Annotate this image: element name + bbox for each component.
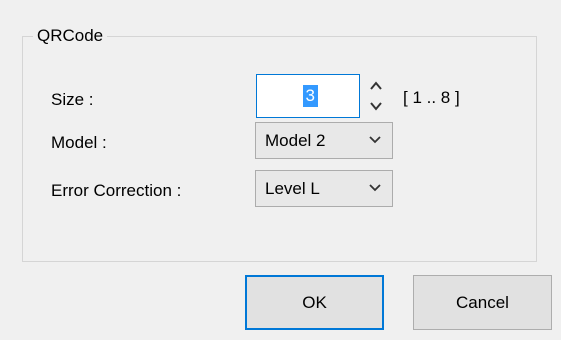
size-value-selected: 3 [302,85,318,107]
error-correction-select[interactable]: Level L [255,170,393,207]
chevron-down-icon [370,102,382,111]
error-correction-label: Error Correction : [51,181,182,200]
model-select[interactable]: Model 2 [255,122,393,159]
model-select-value: Model 2 [265,131,326,150]
chevron-down-icon [369,184,381,192]
size-label: Size : [51,90,94,109]
size-input[interactable]: 3 [256,74,360,118]
cancel-button[interactable]: Cancel [413,275,552,330]
size-range-label: [ 1 .. 8 ] [403,88,460,107]
chevron-up-icon [370,81,382,90]
error-correction-select-value: Level L [265,179,320,198]
spin-up-button[interactable] [365,76,387,96]
qrcode-group-legend: QRCode [33,25,108,47]
spin-down-button[interactable] [365,96,387,116]
size-spinner[interactable] [365,76,387,116]
chevron-down-icon [369,136,381,144]
model-label: Model : [51,133,107,152]
ok-button[interactable]: OK [245,275,384,330]
